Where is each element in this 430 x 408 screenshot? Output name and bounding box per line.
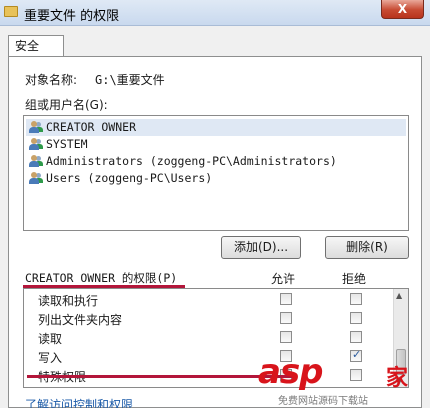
close-button[interactable]: X [381, 0, 424, 19]
object-name-label: 对象名称: [25, 73, 78, 87]
permission-name: 写入 [38, 351, 63, 365]
object-name-value: G:\重要文件 [95, 73, 165, 87]
groups-label: 组或用户名(G): [25, 98, 108, 112]
tab-security[interactable]: 安全 [8, 35, 64, 57]
dialog-client: 安全 对象名称: G:\重要文件 组或用户名(G): CREATOR OWNER… [0, 26, 430, 408]
user-system[interactable]: SYSTEM [26, 136, 406, 153]
user-creator-owner[interactable]: CREATOR OWNER [26, 119, 406, 136]
permission-row: 读取和执行 [24, 290, 394, 309]
access-control-link[interactable]: 了解访问控制和权限 [25, 396, 133, 408]
watermark-cn: 家 [386, 366, 409, 391]
permissions-label: CREATOR OWNER 的权限(P) [25, 271, 178, 285]
allow-column-header: 允许 [271, 272, 296, 286]
remove-button[interactable]: 删除(R) [325, 236, 409, 259]
users-listbox[interactable]: CREATOR OWNER SYSTEM Administrators (zog… [23, 115, 409, 231]
deny-checkbox[interactable] [350, 331, 362, 343]
permission-name: 读取和执行 [38, 294, 99, 308]
permission-name: 列出文件夹内容 [38, 313, 123, 327]
allow-checkbox[interactable] [280, 293, 292, 305]
scroll-up-icon[interactable]: ▲ [396, 291, 402, 300]
user-name: Users (zoggeng-PC\Users) [46, 171, 213, 185]
user-name: Administrators (zoggeng-PC\Administrator… [46, 154, 337, 168]
title-bar: 重要文件 的权限 X [0, 0, 430, 26]
user-administrators[interactable]: Administrators (zoggeng-PC\Administrator… [26, 153, 406, 170]
site-watermark-logo: asp 家 免费网站源码下载站 [258, 352, 430, 408]
user-group-icon [29, 138, 43, 150]
allow-checkbox[interactable] [280, 331, 292, 343]
user-group-icon [29, 121, 43, 133]
allow-checkbox[interactable] [280, 312, 292, 324]
add-button[interactable]: 添加(D)... [221, 236, 301, 259]
user-name: SYSTEM [46, 137, 88, 151]
highlight-underline [27, 375, 297, 378]
permission-row: 读取 [24, 328, 394, 347]
deny-checkbox[interactable] [350, 312, 362, 324]
user-group-icon [29, 172, 43, 184]
watermark-subtitle: 免费网站源码下载站 [278, 396, 368, 407]
window-title: 重要文件 的权限 [24, 9, 120, 24]
permission-row: 列出文件夹内容 [24, 309, 394, 328]
folder-icon [4, 6, 18, 17]
deny-checkbox[interactable] [350, 293, 362, 305]
deny-column-header: 拒绝 [342, 272, 367, 286]
watermark-brand: asp [258, 352, 324, 392]
user-name: CREATOR OWNER [46, 120, 137, 134]
permission-name: 读取 [38, 332, 63, 346]
user-group-icon [29, 155, 43, 167]
user-users[interactable]: Users (zoggeng-PC\Users) [26, 170, 406, 187]
